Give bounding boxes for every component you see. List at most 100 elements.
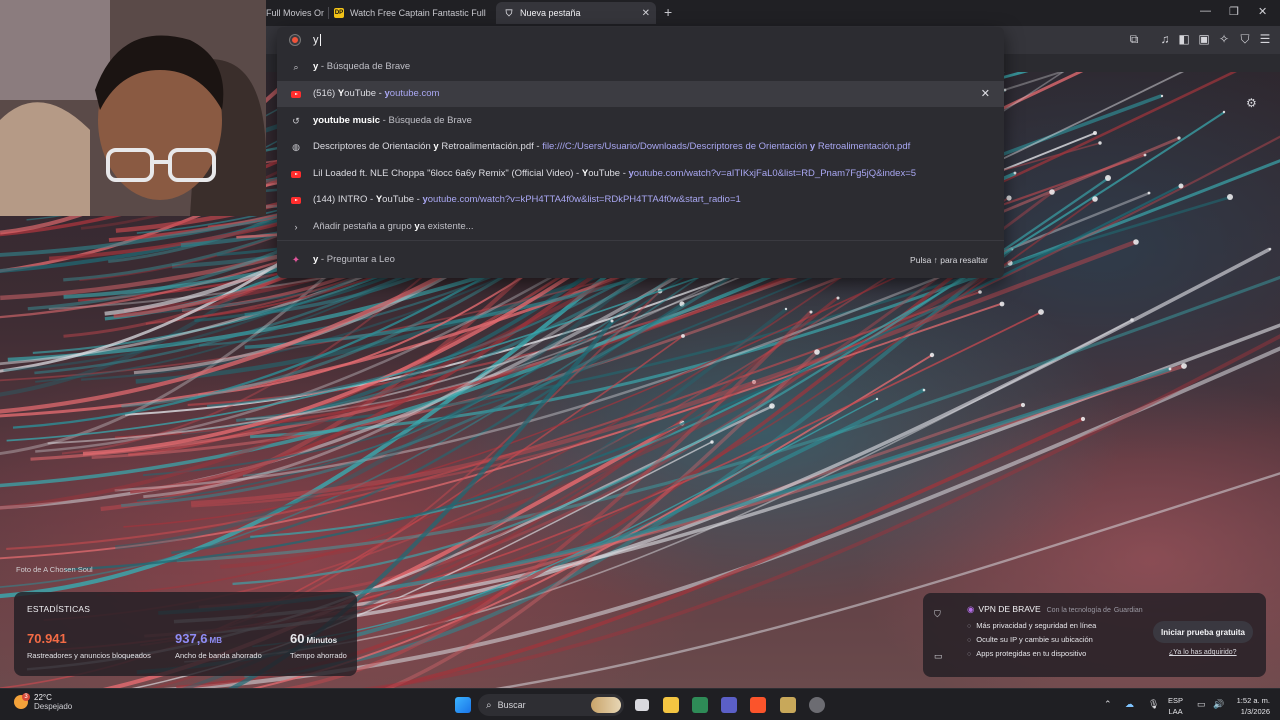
divider [277, 240, 1004, 241]
fiber-tip [922, 388, 926, 392]
language-code: ESP [1168, 696, 1184, 705]
time-saved-value: 60 [290, 631, 305, 646]
vpn-shield-icon[interactable]: ⛉ [934, 609, 944, 619]
time-saved-stat: 60 Minutos Tiempo ahorrado [290, 630, 347, 660]
system-clock[interactable]: 1:52 a. m. 1/3/2026 [1232, 695, 1270, 717]
vpn-feature: Oculte su IP y cambie su ubicación [967, 635, 1093, 644]
volume-icon[interactable]: 🔊 [1213, 699, 1224, 710]
suggestion-ask-leo[interactable]: ✦ y - Preguntar a Leo Pulsa ↑ para resal… [277, 247, 1004, 273]
obs-icon[interactable] [809, 697, 825, 713]
close-tab-icon[interactable]: ✕ [642, 8, 650, 19]
youtube-icon [291, 195, 301, 205]
fiber-tip [1020, 402, 1026, 408]
leo-icon: ✦ [291, 254, 301, 266]
search-icon: ⌕ [486, 699, 492, 711]
fiber-tip [1227, 194, 1233, 200]
minimize-window-icon[interactable]: — [1200, 5, 1211, 17]
close-window-icon[interactable]: ✕ [1258, 5, 1267, 18]
suggestion-add-tab-group[interactable]: › Añadir pestaña a grupo ya existente... [277, 214, 1004, 240]
suggestion-youtube-music[interactable]: ↺ youtube music - Búsqueda de Brave [277, 108, 1004, 134]
suggestion-text: ouTube - [344, 88, 385, 99]
fiber-tip [1092, 196, 1098, 202]
keyboard-layout: LAA [1168, 707, 1183, 716]
suggestion-text: Descriptores de Orientación [313, 141, 434, 152]
task-view-icon[interactable] [635, 699, 649, 711]
music-icon[interactable]: ♫ [1158, 32, 1172, 46]
weather-temperature: 22°C [34, 693, 52, 702]
rewards-card-icon[interactable]: ▭ [934, 651, 944, 661]
menu-hamburger-icon[interactable]: ☰ [1258, 32, 1272, 46]
taskbar-search[interactable]: ⌕ Buscar [478, 694, 624, 716]
wallet-icon[interactable]: ▣ [1197, 32, 1211, 46]
tab-separator [328, 7, 329, 19]
maximize-window-icon[interactable]: ❐ [1229, 5, 1239, 18]
microphone-icon[interactable]: 🎙 [1148, 699, 1159, 710]
remove-suggestion-icon[interactable]: ✕ [981, 87, 990, 100]
weather-widget[interactable]: 3 22°C Despejado [14, 693, 72, 711]
suggestion-search-y[interactable]: ⌕ y - Búsqueda de Brave [277, 54, 1004, 80]
tab-captain-fantastic[interactable]: DP Watch Free Captain Fantastic Full Mo [334, 2, 486, 24]
teams-icon[interactable] [721, 697, 737, 713]
fiber-tip [929, 352, 935, 358]
trackers-count: 70.941 [27, 631, 67, 646]
show-hidden-icons-chevron-up-icon[interactable]: ⌃ [1104, 699, 1112, 710]
already-purchased-link[interactable]: ¿Ya lo has adquirido? [1169, 649, 1237, 656]
file-explorer-icon[interactable] [663, 697, 679, 713]
vpn-shield-icon[interactable]: ⛉ [1238, 32, 1252, 46]
suggestion-text: Lil Loaded ft. NLE Choppa "6locc 6a6y Re… [313, 168, 582, 179]
fiber-tip [1038, 309, 1044, 315]
history-icon: ↺ [292, 115, 300, 126]
keyboard-hint: Pulsa ↑ para resaltar [910, 255, 988, 265]
suggestion-text-rest: ouTube - [588, 168, 629, 179]
vpn-powered-by: Con la tecnología de [1046, 607, 1111, 614]
fiber-tip [1133, 239, 1139, 245]
brave-browser-icon[interactable] [750, 697, 766, 713]
screenshot-icon[interactable]: ⧉ [1127, 32, 1141, 46]
tab-nueva-pestana[interactable]: ⛉ Nueva pestaña ✕ [496, 2, 656, 24]
suggestion-youtube-home[interactable]: (516) YouTube - youtube.com ✕ [277, 81, 1004, 107]
language-indicator[interactable]: ESP LAA [1168, 695, 1183, 717]
onedrive-cloud-icon[interactable]: ☁ [1125, 699, 1134, 710]
bandwidth-unit: MB [209, 636, 222, 645]
fiber-tip [1093, 131, 1097, 135]
new-tab-plus-icon[interactable]: + [664, 4, 672, 20]
webcam-person-image [0, 0, 266, 216]
start-trial-button[interactable]: Iniciar prueba gratuita [1153, 621, 1253, 643]
fiber-tip [814, 349, 820, 355]
site-favicon-icon: DP [334, 8, 344, 18]
app-icon[interactable] [780, 697, 796, 713]
stats-widget: ESTADÍSTICAS 70.941 Rastreadores y anunc… [14, 592, 357, 676]
suggestion-url-tail: Retroalimentación.pdf [815, 141, 911, 152]
suggestion-pdf-file[interactable]: ◍ Descriptores de Orientación y Retroali… [277, 134, 1004, 160]
suggestion-text-rest: a existente... [419, 221, 474, 232]
brave-shield-icon: ⛉ [505, 7, 513, 18]
fiber-tip [769, 403, 775, 409]
fiber-tip [1181, 363, 1187, 369]
fiber-tip [1147, 191, 1151, 195]
fiber-tip [1168, 367, 1172, 371]
windows-start-icon[interactable] [455, 697, 471, 713]
suggestion-text: - Búsqueda de Brave [318, 61, 411, 72]
network-icon[interactable]: ▭ [1197, 699, 1206, 710]
bandwidth-stat: 937,6 MB Ancho de banda ahorrado [175, 630, 262, 660]
brave-lion-icon [290, 35, 300, 45]
suggestion-text: - Preguntar a Leo [318, 254, 395, 265]
search-icon: ⌕ [293, 61, 299, 72]
fiber-tip [875, 397, 879, 401]
tab-full-movies[interactable]: Full Movies On [266, 2, 324, 24]
suggestion-intro[interactable]: (144) INTRO - YouTube - youtube.com/watc… [277, 187, 1004, 213]
sidebar-icon[interactable]: ◧ [1177, 32, 1191, 46]
leo-ai-icon[interactable]: ✧ [1217, 32, 1231, 46]
photo-credit: Foto de A Chosen Soul [16, 565, 93, 574]
address-bar-input[interactable]: y [277, 27, 1004, 53]
vpn-powered-brand: Guardian [1113, 607, 1143, 614]
stats-title: ESTADÍSTICAS [27, 604, 91, 614]
vpn-feature: Más privacidad y seguridad en línea [967, 621, 1096, 630]
suggestion-lil-loaded[interactable]: Lil Loaded ft. NLE Choppa "6locc 6a6y Re… [277, 161, 1004, 187]
suggestion-url: outube.com [389, 88, 440, 99]
fiber-tip [1177, 136, 1181, 140]
search-label: Buscar [497, 700, 526, 710]
store-icon[interactable] [692, 697, 708, 713]
fiber-tip [809, 310, 813, 314]
customize-gear-icon[interactable]: ⚙ [1246, 97, 1258, 109]
